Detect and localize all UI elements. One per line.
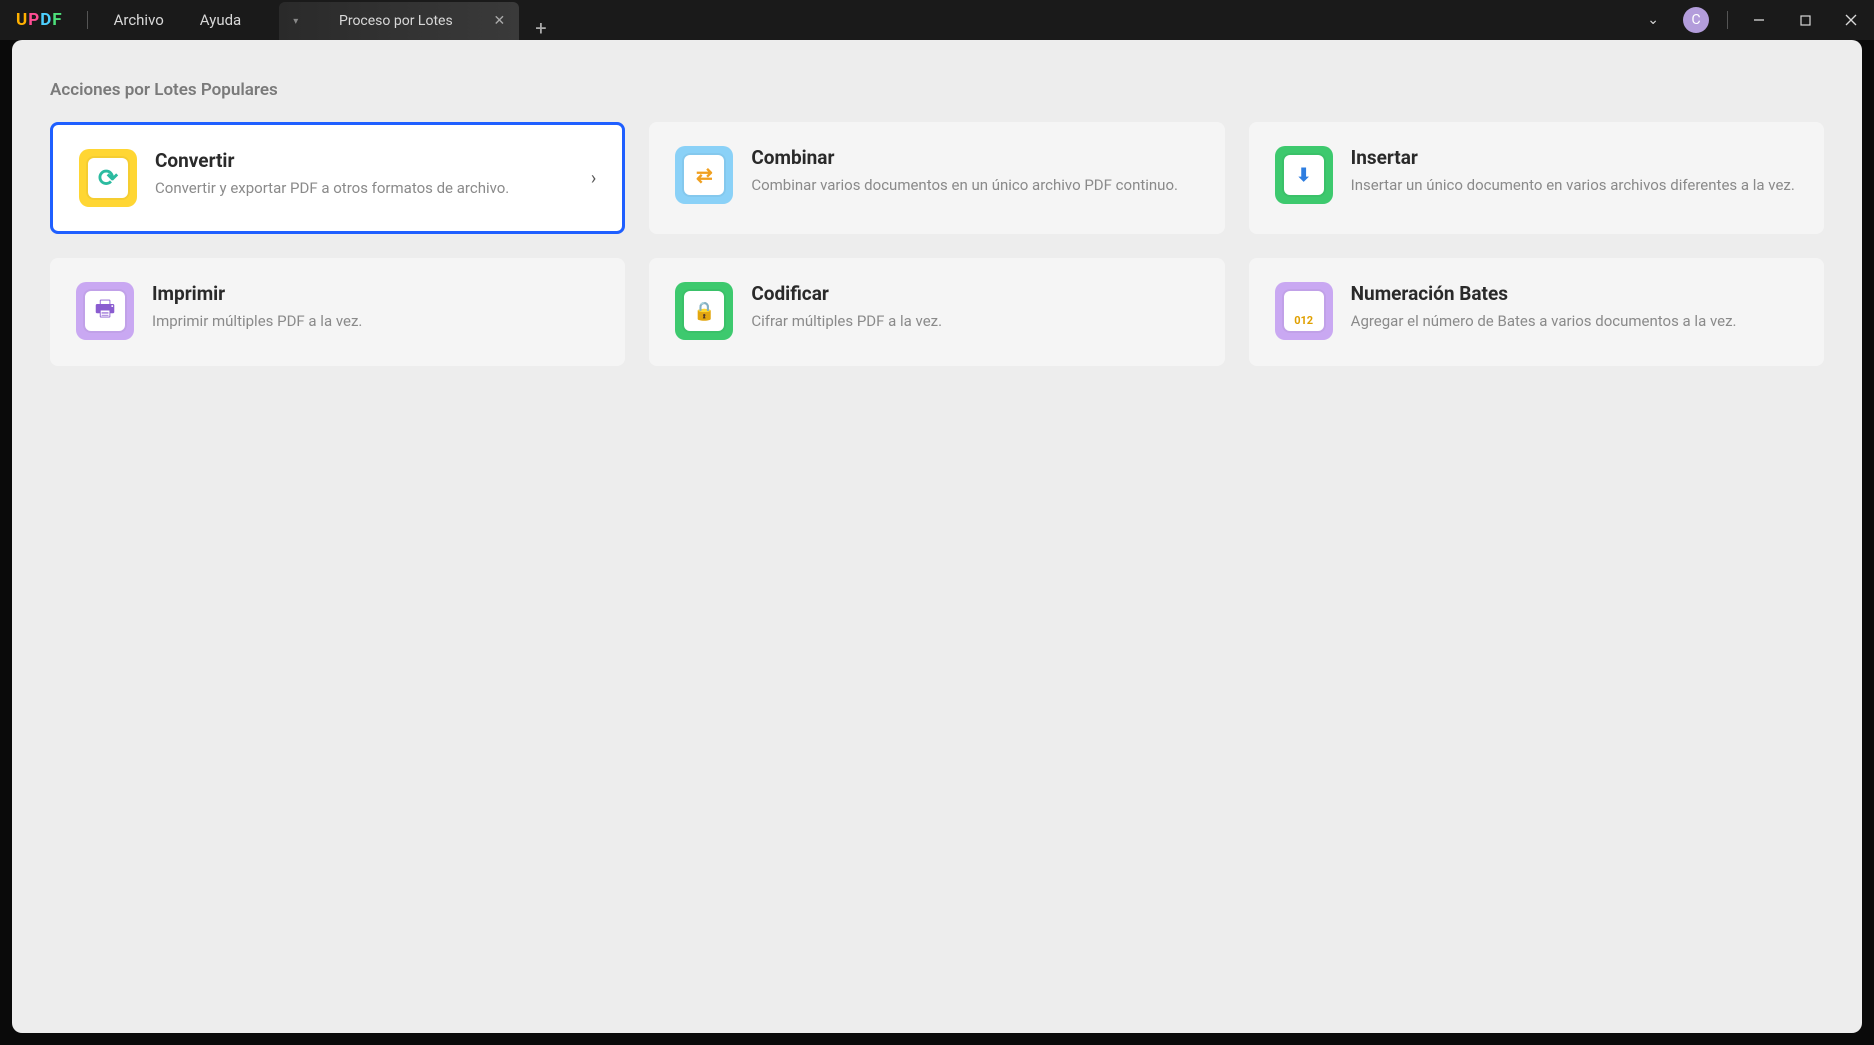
new-tab-button[interactable]: + bbox=[519, 16, 562, 40]
chevron-down-icon[interactable]: ⌄ bbox=[1633, 12, 1673, 28]
card-bates[interactable]: 012 Numeración Bates Agregar el número d… bbox=[1249, 258, 1824, 366]
card-title: Insertar bbox=[1351, 146, 1798, 169]
card-desc: Cifrar múltiples PDF a la vez. bbox=[751, 311, 1198, 331]
close-tab-icon[interactable]: ✕ bbox=[493, 13, 505, 29]
card-body: Insertar Insertar un único documento en … bbox=[1351, 146, 1798, 195]
maximize-icon bbox=[1800, 15, 1811, 26]
print-icon bbox=[76, 282, 134, 340]
card-print[interactable]: Imprimir Imprimir múltiples PDF a la vez… bbox=[50, 258, 625, 366]
titlebar: UPDF Archivo Ayuda ▾ Proceso por Lotes ✕… bbox=[0, 0, 1874, 40]
combine-icon bbox=[675, 146, 733, 204]
bates-icon: 012 bbox=[1275, 282, 1333, 340]
chevron-right-icon: › bbox=[591, 168, 596, 189]
maximize-button[interactable] bbox=[1782, 0, 1828, 40]
tab-label: Proceso por Lotes bbox=[339, 13, 453, 29]
card-title: Convertir bbox=[155, 149, 573, 172]
tab-bar: ▾ Proceso por Lotes ✕ + bbox=[279, 0, 562, 40]
menu-help[interactable]: Ayuda bbox=[182, 11, 259, 29]
card-body: Convertir Convertir y exportar PDF a otr… bbox=[155, 149, 573, 198]
batch-page: Acciones por Lotes Populares Convertir C… bbox=[12, 40, 1862, 1033]
card-combine[interactable]: Combinar Combinar varios documentos en u… bbox=[649, 122, 1224, 234]
card-title: Combinar bbox=[751, 146, 1198, 169]
minimize-icon bbox=[1753, 14, 1765, 26]
card-desc: Imprimir múltiples PDF a la vez. bbox=[152, 311, 599, 331]
card-encrypt[interactable]: Codificar Cifrar múltiples PDF a la vez. bbox=[649, 258, 1224, 366]
card-title: Codificar bbox=[751, 282, 1198, 305]
close-icon bbox=[1845, 14, 1857, 26]
bates-number-label: 012 bbox=[1284, 291, 1324, 331]
card-desc: Convertir y exportar PDF a otros formato… bbox=[155, 178, 573, 198]
convert-icon bbox=[79, 149, 137, 207]
divider bbox=[1727, 11, 1728, 29]
card-body: Numeración Bates Agregar el número de Ba… bbox=[1351, 282, 1798, 331]
content-area: Acciones por Lotes Populares Convertir C… bbox=[0, 40, 1874, 1045]
tab-batch-process[interactable]: ▾ Proceso por Lotes ✕ bbox=[279, 2, 519, 40]
card-title: Imprimir bbox=[152, 282, 599, 305]
card-body: Codificar Cifrar múltiples PDF a la vez. bbox=[751, 282, 1198, 331]
close-button[interactable] bbox=[1828, 0, 1874, 40]
window-controls bbox=[1736, 0, 1874, 40]
divider bbox=[87, 11, 88, 29]
card-body: Imprimir Imprimir múltiples PDF a la vez… bbox=[152, 282, 599, 331]
tab-dropdown-icon[interactable]: ▾ bbox=[293, 16, 298, 27]
section-title: Acciones por Lotes Populares bbox=[50, 80, 1824, 100]
app-logo[interactable]: UPDF bbox=[0, 10, 79, 30]
menu-file[interactable]: Archivo bbox=[96, 11, 182, 29]
card-desc: Insertar un único documento en varios ar… bbox=[1351, 175, 1798, 195]
card-convert[interactable]: Convertir Convertir y exportar PDF a otr… bbox=[50, 122, 625, 234]
user-avatar[interactable]: C bbox=[1683, 7, 1709, 33]
card-title: Numeración Bates bbox=[1351, 282, 1798, 305]
card-insert[interactable]: Insertar Insertar un único documento en … bbox=[1249, 122, 1824, 234]
insert-icon bbox=[1275, 146, 1333, 204]
card-desc: Combinar varios documentos en un único a… bbox=[751, 175, 1198, 195]
card-grid: Convertir Convertir y exportar PDF a otr… bbox=[50, 122, 1824, 366]
card-body: Combinar Combinar varios documentos en u… bbox=[751, 146, 1198, 195]
card-desc: Agregar el número de Bates a varios docu… bbox=[1351, 311, 1798, 331]
minimize-button[interactable] bbox=[1736, 0, 1782, 40]
encrypt-icon bbox=[675, 282, 733, 340]
